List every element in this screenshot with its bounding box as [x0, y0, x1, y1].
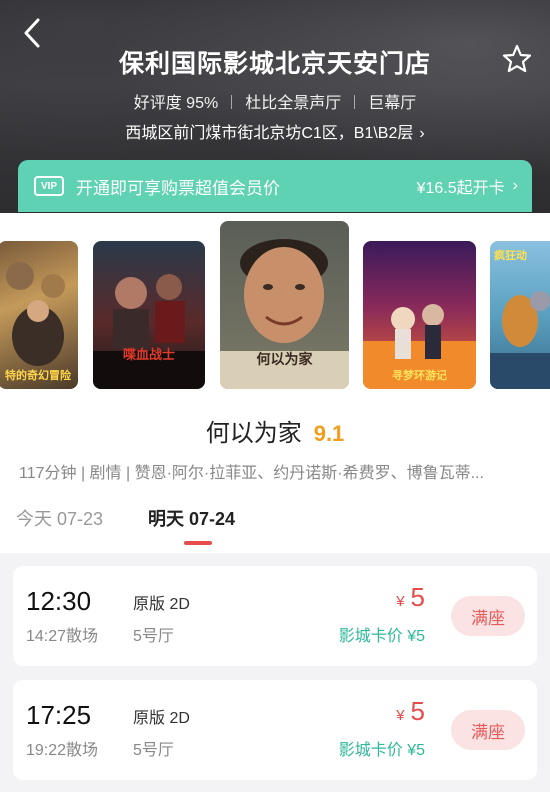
poster-title: 寻梦环游记 — [392, 370, 447, 382]
end-time: 19:22散场 — [26, 742, 99, 759]
poster-artwork — [93, 274, 205, 389]
poster-carousel[interactable]: 特的奇幻冒险 喋血战士 何以为家 寻梦环游记 疯狂动 — [0, 213, 550, 413]
price-amount: 5 — [410, 696, 425, 726]
poster-title: 疯狂动 — [494, 250, 527, 262]
sold-out-button[interactable]: 满座 — [451, 596, 525, 636]
showtime-card[interactable]: 17:25 19:22散场 原版 2D 5号厅 ¥5 影城卡价 ¥5 满座 — [13, 680, 537, 780]
sold-out-button[interactable]: 满座 — [451, 710, 525, 750]
hall-name: 5号厅 — [133, 628, 174, 645]
divider — [354, 95, 356, 109]
tab-today[interactable]: 今天 07-23 — [16, 505, 103, 531]
poster-item[interactable]: 寻梦环游记 — [363, 241, 476, 389]
date-tabs: 今天 07-23 明天 07-24 — [0, 493, 550, 553]
poster-item[interactable]: 喋血战士 — [93, 241, 205, 389]
tab-tomorrow[interactable]: 明天 07-24 — [148, 505, 235, 531]
currency-symbol: ¥ — [396, 707, 405, 724]
start-time: 17:25 — [26, 700, 92, 730]
cinema-name: 保利国际影城北京天安门店 — [118, 50, 431, 78]
cinema-tags: 好评度 95% 杜比全景声厅 巨幕厅 — [0, 89, 550, 113]
price-amount: 5 — [410, 582, 425, 612]
poster-title: 喋血战士 — [122, 347, 175, 362]
chevron-right-icon: › — [419, 125, 425, 142]
star-icon — [502, 44, 532, 73]
film-version: 原版 2D — [133, 710, 190, 727]
currency-symbol: ¥ — [396, 593, 405, 610]
divider — [231, 95, 233, 109]
cinema-header: 保利国际影城北京天安门店 好评度 95% 杜比全景声厅 巨幕厅 西城区前门煤市街北京… — [0, 0, 550, 215]
chevron-right-icon: › — [512, 177, 518, 194]
ticket-price: ¥5 — [396, 582, 425, 613]
member-card-price: 影城卡价 ¥5 — [338, 628, 425, 645]
end-time: 14:27散场 — [26, 628, 99, 645]
poster-item-selected[interactable]: 何以为家 — [220, 221, 349, 389]
poster-item[interactable]: 特的奇幻冒险 — [0, 241, 78, 389]
start-time: 12:30 — [26, 586, 92, 616]
poster-title: 何以为家 — [256, 351, 313, 367]
tag-rating: 好评度 95% — [133, 95, 219, 112]
movie-title: 何以为家 — [205, 420, 302, 447]
favorite-button[interactable] — [500, 42, 534, 76]
ticket-price: ¥5 — [396, 696, 425, 727]
vip-price: ¥16.5起开卡 — [416, 180, 505, 197]
poster-title: 特的奇幻冒险 — [5, 370, 71, 382]
tag-dolby: 杜比全景声厅 — [245, 95, 342, 112]
vip-banner[interactable]: VIP 开通即可享购票超值会员价 ¥16.5起开卡 › — [18, 160, 532, 212]
movie-title-row: 何以为家 9.1 — [0, 413, 550, 453]
vip-badge-icon: VIP — [34, 176, 64, 196]
address-text: 西城区前门煤市街北京坊C1区，B1\B2层 — [125, 125, 414, 142]
active-tab-indicator — [184, 541, 212, 545]
vip-promo-text: 开通即可享购票超值会员价 — [76, 178, 280, 198]
hall-name: 5号厅 — [133, 742, 174, 759]
showtime-card[interactable]: 12:30 14:27散场 原版 2D 5号厅 ¥5 影城卡价 ¥5 满座 — [13, 566, 537, 666]
member-card-price: 影城卡价 ¥5 — [338, 742, 425, 759]
movie-info: 117分钟 | 剧情 | 赞恩·阿尔·拉菲亚、约丹诺斯·希费罗、博鲁瓦蒂... — [0, 453, 550, 493]
film-version: 原版 2D — [133, 596, 190, 613]
poster-item[interactable]: 疯狂动 — [490, 241, 550, 389]
tag-imax: 巨幕厅 — [368, 95, 417, 112]
movie-score: 9.1 — [313, 421, 345, 446]
cinema-address[interactable]: 西城区前门煤市街北京坊C1区，B1\B2层 › — [0, 119, 550, 143]
poster-artwork — [490, 291, 550, 389]
